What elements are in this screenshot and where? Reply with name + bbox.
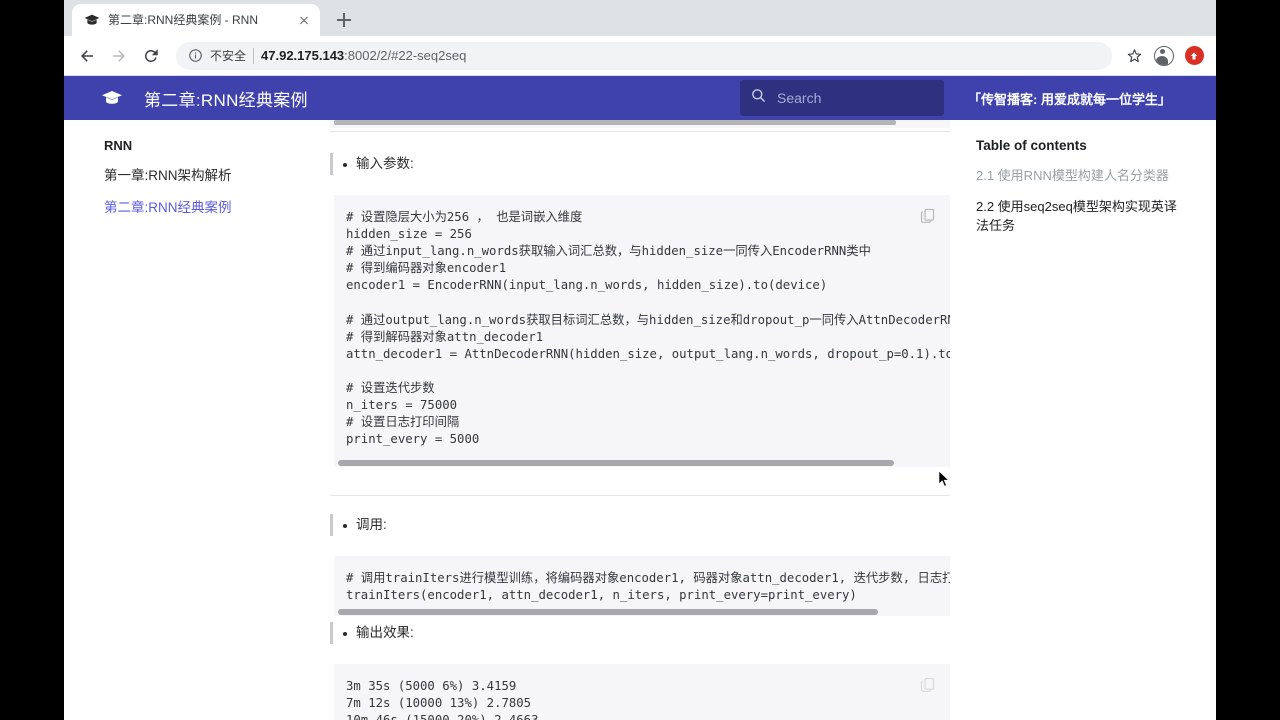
quote-bar (330, 514, 333, 536)
omnibox-divider (253, 47, 255, 64)
scrollbar-thumb[interactable] (338, 609, 878, 615)
update-arrow-icon[interactable] (1180, 42, 1208, 70)
header-slogan: 「传智播客: 用爱成就每一位学生」 (968, 91, 1171, 107)
code-block-input-params[interactable]: # 设置隐层大小为256 ， 也是词嵌入维度 hidden_size = 256… (334, 195, 950, 467)
graduation-cap-icon (84, 12, 100, 28)
code-text: # 调用trainIters进行模型训练，将编码器对象encoder1, 码器对… (346, 571, 950, 603)
bullet-label: 输入参数: (343, 153, 414, 175)
code-scrollbar-previous[interactable] (330, 120, 950, 128)
search-icon (750, 87, 767, 109)
search-placeholder: Search (777, 90, 822, 106)
bullet-label: 调用: (343, 514, 387, 536)
browser-tab[interactable]: 第二章:RNN经典案例 - RNN (72, 4, 320, 36)
bullet-label: 输出效果: (343, 622, 414, 644)
bullet-input-params: 输入参数: (330, 153, 414, 175)
bullet-call: 调用: (330, 514, 387, 536)
arrow-left-icon[interactable] (72, 41, 102, 71)
scrollbar-thumb[interactable] (338, 460, 894, 466)
section-divider (330, 495, 950, 496)
sidebar-item-chapter2[interactable]: 第二章:RNN经典案例 (104, 199, 294, 217)
bullet-output: 输出效果: (330, 622, 414, 644)
url-text: 47.92.175.143:8002/2/#22-seq2seq (261, 48, 1100, 63)
reload-icon[interactable] (136, 41, 166, 71)
sidebar-nav: RNN 第一章:RNN架构解析 第二章:RNN经典案例 (104, 138, 294, 230)
copy-icon[interactable] (919, 207, 936, 224)
site-header: 第二章:RNN经典案例 Search 「传智播客: 用爱成就每一位学生」 (64, 76, 1216, 120)
search-input[interactable]: Search (740, 80, 944, 116)
browser-toolbar: 不安全 47.92.175.143:8002/2/#22-seq2seq (64, 36, 1216, 76)
star-outline-icon[interactable] (1120, 42, 1148, 70)
address-bar[interactable]: 不安全 47.92.175.143:8002/2/#22-seq2seq (176, 41, 1112, 70)
page-viewport: 第二章:RNN经典案例 Search 「传智播客: 用爱成就每一位学生」 RNN… (64, 76, 1216, 720)
code-block-call[interactable]: # 调用trainIters进行模型训练，将编码器对象encoder1, 码器对… (334, 556, 950, 616)
scrollbar-thumb[interactable] (334, 120, 896, 125)
graduation-cap-icon[interactable] (100, 86, 124, 110)
toc-heading: Table of contents (976, 138, 1087, 153)
url-host: 47.92.175.143 (261, 48, 345, 63)
code-block-output[interactable]: 3m 35s (5000 6%) 3.4159 7m 12s (10000 13… (334, 664, 950, 720)
browser-window: 第二章:RNN经典案例 - RNN 不安全 47.92.175.143:8002… (64, 0, 1216, 720)
page-title: 第二章:RNN经典案例 (144, 90, 308, 110)
code-scrollbar-horizontal[interactable] (334, 608, 950, 616)
content-area: RNN 第一章:RNN架构解析 第二章:RNN经典案例 Table of con… (64, 120, 1216, 720)
section-divider (330, 131, 950, 132)
quote-bar (330, 622, 333, 644)
toc-item-2-2[interactable]: 2.2 使用seq2seq模型架构实现英译法任务 (976, 198, 1181, 236)
screen: 第二章:RNN经典案例 - RNN 不安全 47.92.175.143:8002… (0, 0, 1280, 720)
sidebar-item-chapter1[interactable]: 第一章:RNN架构解析 (104, 167, 294, 185)
close-icon[interactable] (296, 12, 312, 28)
code-text: 3m 35s (5000 6%) 3.4159 7m 12s (10000 13… (346, 679, 539, 720)
account-circle-icon[interactable] (1150, 42, 1178, 70)
url-path: :8002/2/#22-seq2seq (344, 48, 467, 63)
new-tab-button[interactable] (330, 6, 358, 34)
security-label: 不安全 (210, 49, 247, 63)
arrow-right-icon[interactable] (104, 41, 134, 71)
tab-strip: 第二章:RNN经典案例 - RNN (64, 0, 1216, 36)
main-article: 输入参数: # 设置隐层大小为256 ， 也是词嵌入维度 hidden_size… (330, 120, 950, 720)
quote-bar (330, 153, 333, 175)
copy-icon[interactable] (919, 676, 936, 693)
tab-title: 第二章:RNN经典案例 - RNN (108, 13, 258, 27)
code-text: # 设置隐层大小为256 ， 也是词嵌入维度 hidden_size = 256… (346, 210, 950, 447)
toc-item-2-1[interactable]: 2.1 使用RNN模型构建人名分类器 (976, 167, 1181, 186)
sidebar-heading: RNN (104, 138, 133, 153)
code-scrollbar-horizontal[interactable] (334, 459, 950, 467)
info-circle-icon[interactable] (188, 48, 203, 63)
table-of-contents: Table of contents 2.1 使用RNN模型构建人名分类器 2.2… (976, 138, 1181, 248)
